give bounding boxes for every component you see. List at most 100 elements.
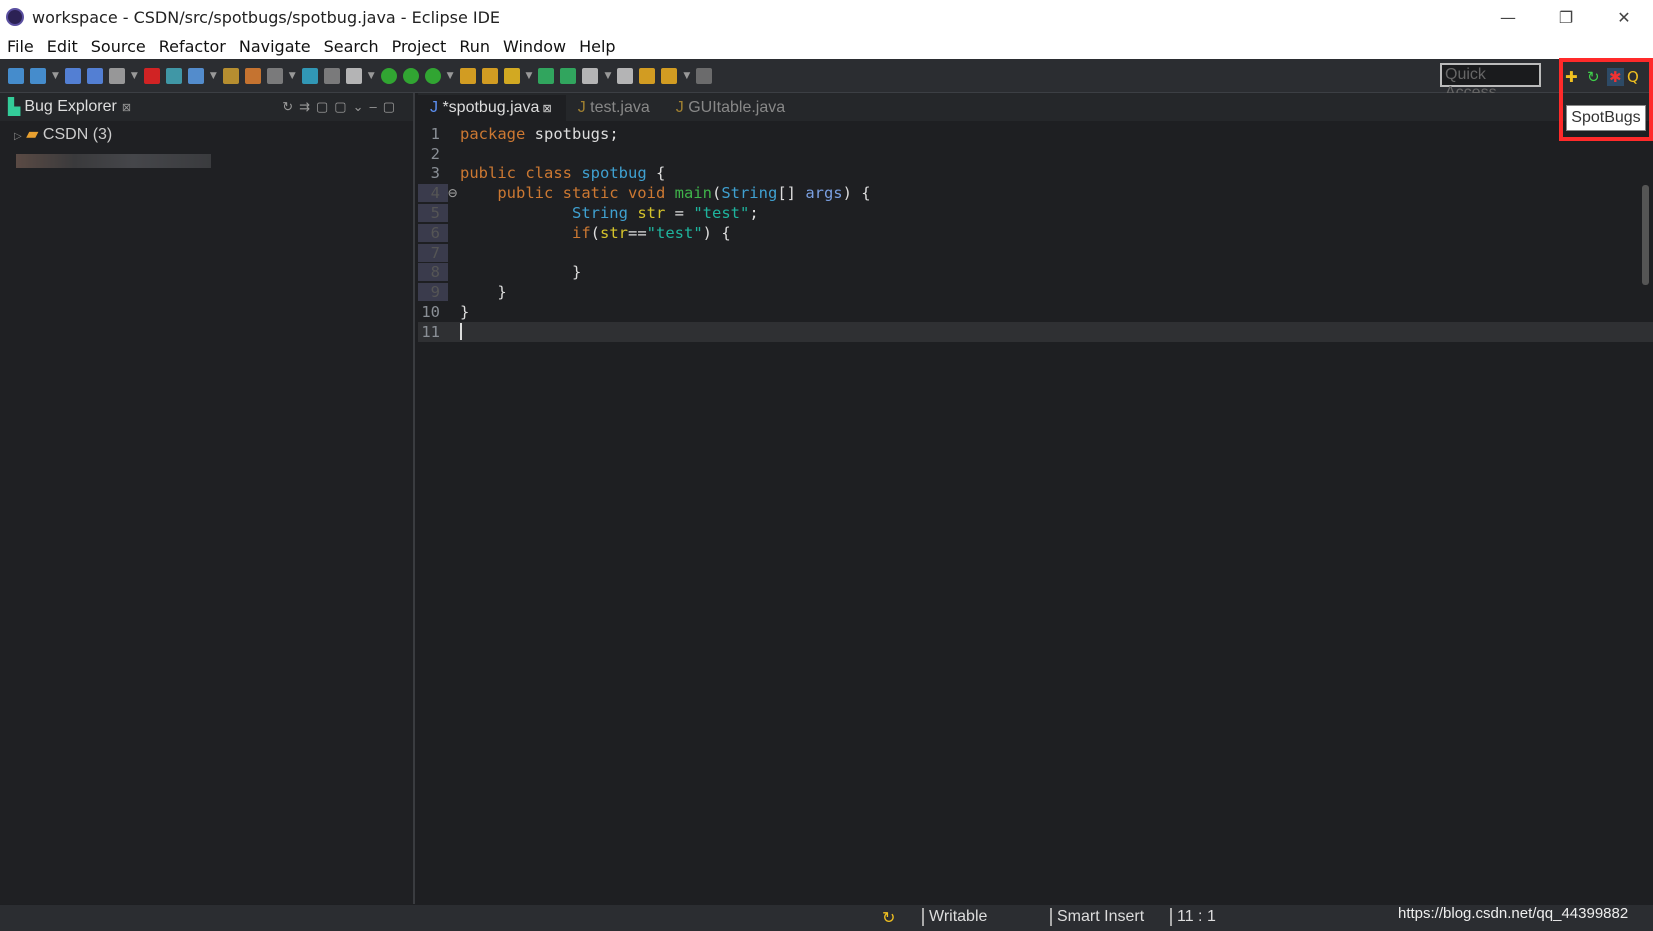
dropdown-arrow-icon[interactable]: ▼ <box>683 71 690 81</box>
toolbar-icon-0[interactable] <box>8 67 24 84</box>
toolbar-icon-16[interactable] <box>424 67 441 84</box>
toolbar-icon-21[interactable] <box>560 67 577 84</box>
dropdown-arrow-icon[interactable]: ▼ <box>368 71 375 81</box>
toolbar-icon-2[interactable] <box>64 67 81 84</box>
toolbar-icon-14[interactable] <box>380 67 397 84</box>
toolbar-icon-3[interactable] <box>86 67 103 84</box>
menu-navigate[interactable]: Navigate <box>232 37 317 56</box>
menu-source[interactable]: Source <box>84 37 152 56</box>
dropdown-arrow-icon[interactable]: ▼ <box>210 71 217 81</box>
dropdown-arrow-icon[interactable]: ▼ <box>52 71 59 81</box>
line-number: 10 <box>421 303 440 322</box>
toolbar-icon-6[interactable] <box>165 67 182 84</box>
toolbar-icon-11[interactable] <box>301 67 318 84</box>
toolbar-icon-17[interactable] <box>459 67 476 84</box>
toolbar-icon-8[interactable] <box>222 67 239 84</box>
code-token: package <box>460 124 526 143</box>
code-token: spotbug <box>581 164 647 183</box>
status-insert-mode: Smart Insert <box>1050 908 1144 926</box>
code-token: spotbugs; <box>525 124 619 143</box>
window-title: workspace - CSDN/src/spotbugs/spotbug.ja… <box>32 7 501 27</box>
editor-tab-2[interactable]: J GUItable.java <box>664 95 799 121</box>
close-tab-icon[interactable]: ⊠ <box>539 103 551 115</box>
toolbar: ▼ ▼ ▼ ▼ ▼ ▼ ▼ ▼ ▼ <box>0 59 1653 93</box>
toolbar-icon-23[interactable] <box>617 67 634 84</box>
toolbar-icon-7[interactable] <box>187 67 204 84</box>
view-toolbar-icons[interactable]: ↻⇉▢▢⌄–▢ <box>282 99 401 115</box>
dropdown-arrow-icon[interactable]: ▼ <box>604 71 611 81</box>
code-token: [] <box>777 184 806 203</box>
menu-help[interactable]: Help <box>572 37 621 56</box>
menu-search[interactable]: Search <box>317 37 385 56</box>
java-perspective-icon[interactable]: ↻ <box>1587 68 1600 86</box>
editor-tab-0[interactable]: J *spotbug.java ⊠ <box>418 95 566 121</box>
status-writable: Writable <box>922 908 987 926</box>
toolbar-icon-19[interactable] <box>503 67 520 84</box>
sync-icon[interactable]: ↻ <box>882 908 895 928</box>
menu-edit[interactable]: Edit <box>40 37 84 56</box>
code-token: str <box>600 223 628 242</box>
dropdown-arrow-icon[interactable]: ▼ <box>289 71 296 81</box>
line-number: 11 <box>421 322 440 341</box>
toolbar-icon-9[interactable] <box>244 67 261 84</box>
bug-explorer-tab[interactable]: Bug Explorer <box>24 98 117 116</box>
menu-run[interactable]: Run <box>452 37 496 56</box>
close-tab-icon[interactable]: ⊠ <box>122 101 131 114</box>
menu-file[interactable]: File <box>0 37 40 56</box>
toolbar-icon-24[interactable] <box>639 67 656 84</box>
quick-access-input[interactable]: Quick Access <box>1440 63 1541 101</box>
toolbar-icon-12[interactable] <box>323 67 340 84</box>
editor-tab-1[interactable]: J test.java <box>566 95 664 121</box>
code-line: 11 <box>418 321 1653 342</box>
toolbar-icon-22[interactable] <box>582 67 599 84</box>
code-line: 10} <box>418 302 1653 322</box>
code-token: public static void <box>497 184 675 203</box>
text-cursor <box>460 323 462 341</box>
spotbugs-tooltip: SpotBugs <box>1566 105 1646 131</box>
toolbar-icon-10[interactable] <box>266 67 283 84</box>
line-number: 3 <box>430 164 440 183</box>
dropdown-arrow-icon[interactable]: ▼ <box>526 71 533 81</box>
toolbar-icon-18[interactable] <box>481 67 498 84</box>
java-file-icon: J <box>577 99 591 116</box>
dropdown-arrow-icon[interactable]: ▼ <box>131 71 138 81</box>
code-token: ( <box>711 184 722 203</box>
spotbugs-perspective-icon[interactable]: ✱ <box>1607 68 1624 86</box>
menu-window[interactable]: Window <box>496 37 572 56</box>
tree-item-csdn[interactable]: ▷ ▰ CSDN (3) <box>14 124 413 144</box>
toolbar-icon-20[interactable] <box>538 67 555 84</box>
bug-explorer-panel: ▙ Bug Explorer ⊠ ↻⇉▢▢⌄–▢ ▷ ▰ CSDN (3) <box>0 93 415 904</box>
menu-refactor[interactable]: Refactor <box>152 37 232 56</box>
java-file-icon: J <box>430 99 443 116</box>
code-token: args <box>805 184 843 203</box>
vertical-scrollbar[interactable] <box>1642 185 1649 285</box>
restore-button[interactable]: ❐ <box>1537 0 1595 34</box>
code-line: 1 package spotbugs; <box>418 124 1653 144</box>
toolbar-icon-1[interactable] <box>30 67 46 84</box>
close-button[interactable]: ✕ <box>1595 0 1653 34</box>
line-number: 8 <box>418 263 448 282</box>
code-token: } <box>460 303 470 322</box>
toolbar-icon-25[interactable] <box>661 67 678 84</box>
minimize-button[interactable]: — <box>1479 0 1537 34</box>
code-token: ) { <box>842 184 871 203</box>
code-editor[interactable]: 1 package spotbugs; 2 3 public class spotbug… <box>418 124 1653 342</box>
toolbar-icon-15[interactable] <box>402 67 419 84</box>
search-perspective-icon[interactable]: Q <box>1627 68 1639 86</box>
perspective-icon[interactable]: ✚ <box>1565 68 1578 86</box>
eclipse-logo-icon <box>6 8 24 26</box>
toolbar-icon-26[interactable] <box>696 67 713 84</box>
editor-area: J *spotbug.java ⊠ J test.java J GUItable.j… <box>418 93 1653 904</box>
tab-label: *spotbug.java <box>442 99 540 116</box>
toolbar-icon-4[interactable] <box>108 67 125 84</box>
status-cursor-position: 11 : 1 <box>1170 908 1216 926</box>
toolbar-icon-5[interactable] <box>143 67 160 84</box>
dropdown-arrow-icon[interactable]: ▼ <box>447 71 454 81</box>
menu-project[interactable]: Project <box>385 37 453 56</box>
toolbar-icon-13[interactable] <box>345 67 362 84</box>
line-number: 2 <box>430 144 440 163</box>
code-token: ; <box>749 204 759 223</box>
code-token: "test" <box>646 223 703 242</box>
